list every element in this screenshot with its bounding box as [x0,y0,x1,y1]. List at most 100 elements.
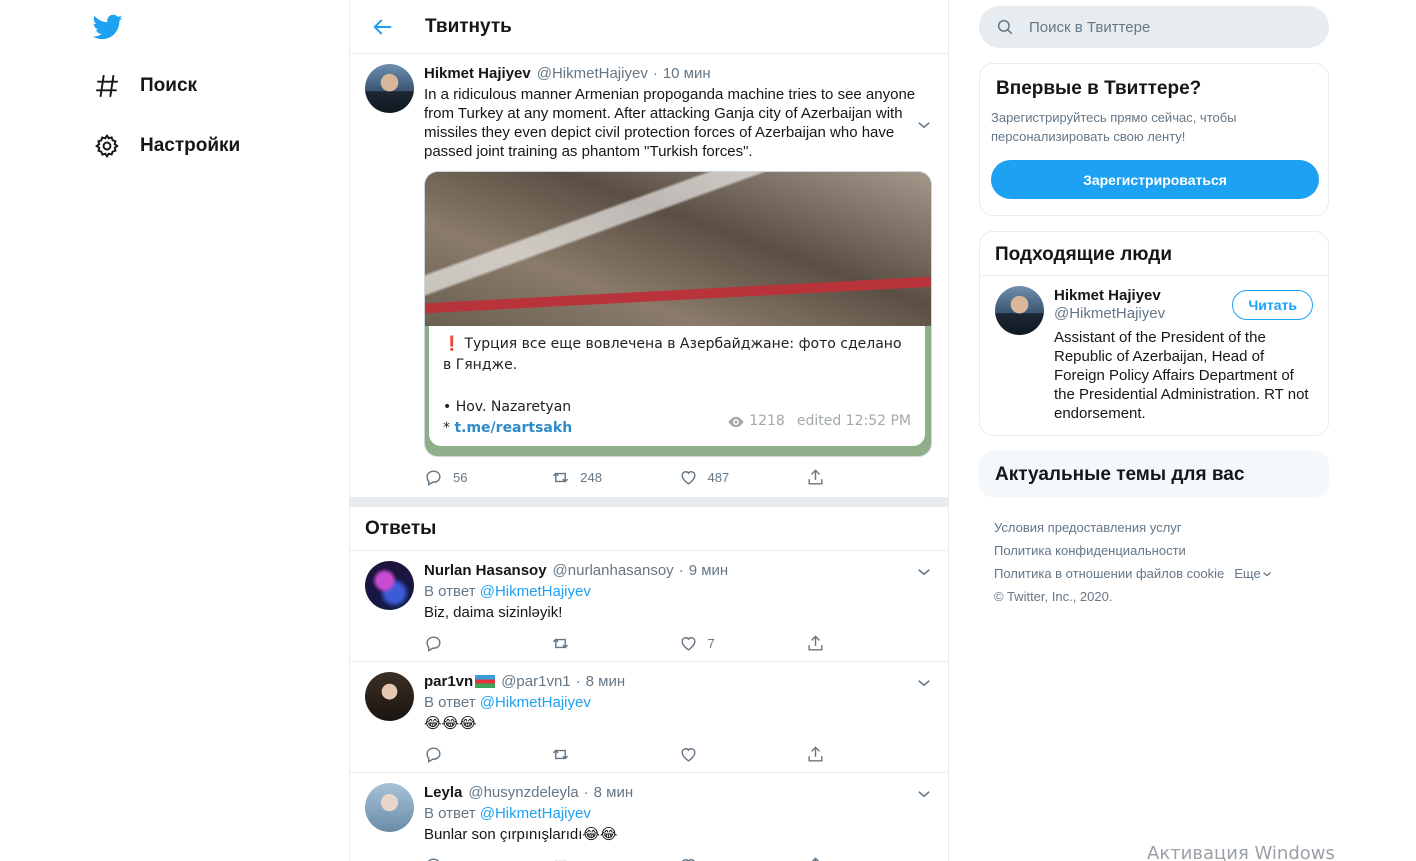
reply-tweet[interactable]: Nurlan Hasansoy @nurlanhasansoy · 9 мин … [350,551,948,662]
tweet-time[interactable]: 8 мин [586,673,626,690]
share-button[interactable] [806,468,933,487]
avatar[interactable] [365,783,414,832]
author-name[interactable]: par1vn [424,673,473,690]
avatar[interactable] [365,672,414,721]
reply-to-link[interactable]: @HikmetHajiyev [480,583,591,600]
footer-link-terms[interactable]: Условия предоставления услуг [994,520,1181,535]
avatar[interactable] [365,64,414,113]
author-handle[interactable]: @nurlanhasansoy [553,562,674,579]
reply-to-link[interactable]: @HikmetHajiyev [480,694,591,711]
separator-dot: · [652,64,658,82]
retweet-button[interactable] [551,745,678,764]
tweet-media-image[interactable]: ❗ Турция все еще вовлечена в Азербайджане… [424,171,932,457]
author-handle[interactable]: @HikmetHajiyev [537,65,648,82]
nav-item-search[interactable]: Поиск [93,66,197,106]
retweet-button[interactable]: 248 [551,468,678,487]
reply-button[interactable] [424,634,551,653]
footer-links: Условия предоставления услуг Политика ко… [994,516,1314,608]
follow-button[interactable]: Читать [1232,290,1313,320]
media-caption: ❗ Турция все еще вовлечена в Азербайджане… [429,326,925,446]
search-input[interactable] [1029,18,1309,36]
like-button[interactable] [679,745,806,764]
share-icon [811,856,820,861]
share-button[interactable] [806,745,933,764]
retweet-button[interactable] [551,856,678,861]
tweet-actions [424,853,933,861]
footer-more-button[interactable]: Еще [1234,562,1272,585]
retweet-count: 248 [580,469,602,485]
chevron-down-icon [1262,571,1271,576]
chevron-down-icon[interactable] [915,785,933,803]
reply-to-prefix: В ответ [424,583,476,600]
reply-to-prefix: В ответ [424,694,476,711]
author-handle[interactable]: @husynzdeleyla [468,784,578,801]
retweet-icon [553,638,569,648]
like-button[interactable]: 7 [679,634,806,653]
retweet-icon [553,749,569,759]
chevron-down-icon[interactable] [915,116,933,134]
share-button[interactable] [806,634,933,653]
chevron-down-icon[interactable] [915,674,933,692]
left-nav: Поиск Настройки [0,0,349,861]
footer-link-privacy[interactable]: Политика конфиденциальности [994,543,1186,558]
page-header: Твитнуть [350,0,948,54]
trends-card: Актуальные темы для вас [979,451,1329,497]
signup-button[interactable]: Зарегистрироваться [991,160,1319,199]
tweet-time[interactable]: 8 мин [594,784,634,801]
twitter-logo-icon[interactable] [92,12,125,42]
author-handle[interactable]: @par1vn1 [501,673,570,690]
separator-dot: · [575,672,581,690]
signup-card-subtitle: Зарегистрируйтесь прямо сейчас, чтобы пе… [991,110,1237,144]
footer-link-cookies[interactable]: Политика в отношении файлов cookie [994,566,1224,581]
like-count: 487 [707,469,730,485]
section-divider [350,497,948,507]
like-button[interactable] [679,856,806,861]
reply-button[interactable] [424,856,551,861]
avatar[interactable] [365,561,414,610]
back-arrow-icon[interactable] [368,12,398,42]
trends-title: Актуальные темы для вас [995,464,1245,485]
reply-icon [427,857,440,861]
media-photo [425,172,931,326]
share-button[interactable] [806,856,933,861]
tweet-time[interactable]: 9 мин [689,562,729,579]
tweet-time[interactable]: 10 мин [663,65,711,82]
retweet-icon [553,472,569,482]
like-button[interactable]: 487 [679,468,806,487]
like-count: 7 [707,635,715,651]
main-tweet[interactable]: Hikmet Hajiyev @HikmetHajiyev · 10 мин I… [350,54,948,497]
author-name[interactable]: Leyla [424,784,462,801]
main-column: Твитнуть Hikmet Hajiyev @HikmetHajiyev ·… [349,0,949,861]
signup-card: Впервые в Твиттере? Зарегистрируйтесь пр… [979,63,1329,216]
nav-item-settings[interactable]: Настройки [93,126,240,166]
tweet-text: Bunlar son çırpınışlarıdı😂😂 [424,826,618,843]
reply-icon [426,635,441,652]
suggested-user[interactable]: Hikmet Hajiyev @HikmetHajiyev Читать Ass… [980,276,1328,423]
copyright: © Twitter, Inc., 2020. [994,589,1113,604]
heart-icon [680,747,696,762]
tweet-actions: 56 248 487 [424,465,933,489]
retweet-button[interactable] [551,634,678,653]
search-bar[interactable] [979,6,1329,48]
heart-icon [680,636,696,651]
reply-to-link[interactable]: @HikmetHajiyev [480,805,591,822]
reply-to-line: В ответ @HikmetHajiyev [424,693,933,712]
eye-icon [728,416,744,427]
author-name[interactable]: Nurlan Hasansoy [424,562,547,579]
heart-icon [680,470,696,485]
edited-label: edited 12:52 PM [796,413,911,429]
replies-heading: Ответы [350,507,948,551]
media-link-prefix: * [443,420,450,436]
separator-dot: · [678,561,684,579]
reply-button[interactable] [424,745,551,764]
footer-more-label: Еще [1234,566,1261,581]
reply-tweet[interactable]: par1vn @par1vn1 · 8 мин В ответ @HikmetH… [350,662,948,773]
heart-icon [681,858,695,861]
tweet-text: In a ridiculous manner Armenian propogan… [424,86,916,160]
author-name[interactable]: Hikmet Hajiyev [424,65,531,82]
avatar[interactable] [995,286,1044,335]
media-link: t.me/reartsakh [454,420,573,436]
reply-tweet[interactable]: Leyla @husynzdeleyla · 8 мин В ответ @Hi… [350,773,948,861]
reply-button[interactable]: 56 [424,468,551,487]
chevron-down-icon[interactable] [915,563,933,581]
